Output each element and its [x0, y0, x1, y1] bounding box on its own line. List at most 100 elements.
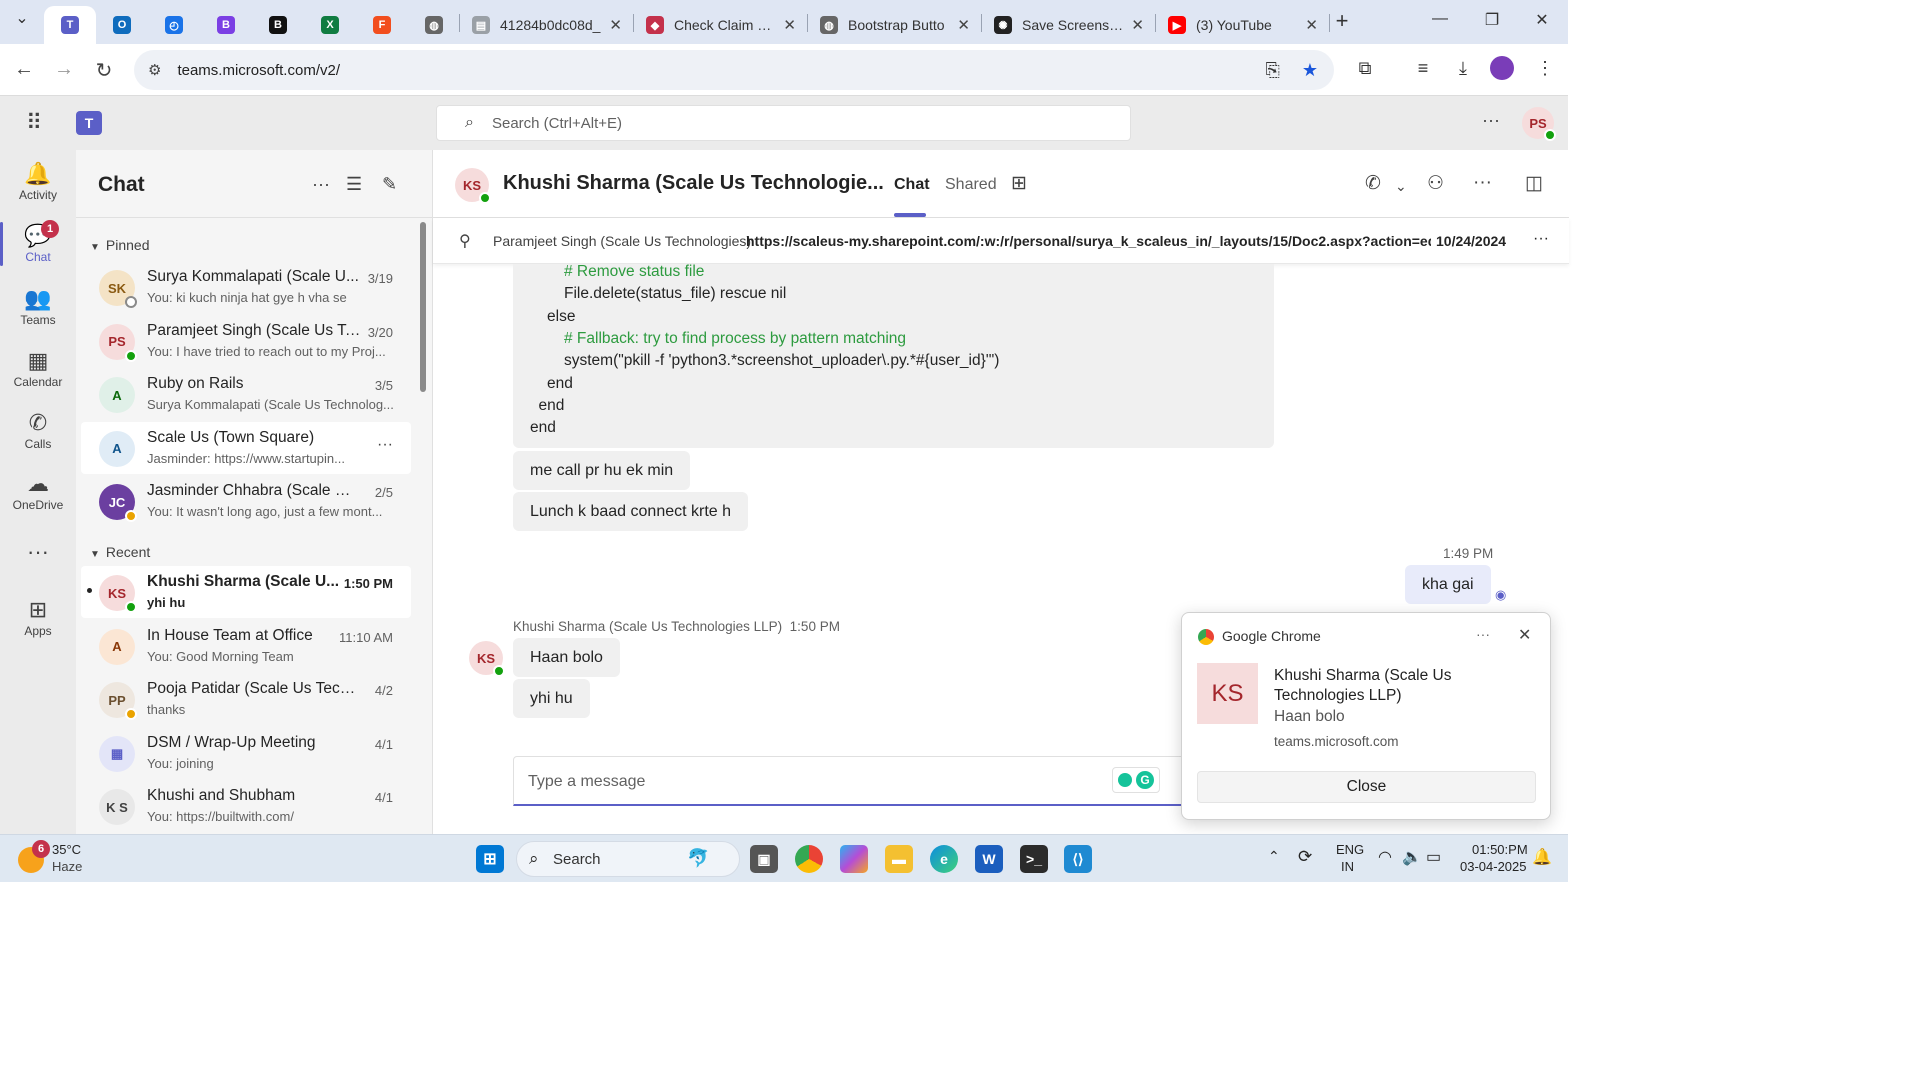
url-text[interactable]: teams.microsoft.com/v2/ — [177, 62, 340, 79]
tray-chevron-icon[interactable]: ⌃ — [1268, 848, 1280, 865]
add-tab-icon[interactable]: ⊞ — [1011, 172, 1027, 195]
close-tab-icon[interactable]: ✕ — [609, 16, 622, 34]
tab-shared[interactable]: Shared — [945, 176, 997, 194]
weather-widget[interactable]: 6 — [18, 840, 50, 873]
open-side-panel-icon[interactable]: ◫ — [1525, 172, 1543, 195]
chat-list-item[interactable]: JC Jasminder Chhabra (Scale Us ... You: It… — [81, 475, 411, 527]
wifi-icon[interactable]: ◠ — [1378, 847, 1392, 867]
browser-tab[interactable]: X — [304, 6, 356, 44]
extensions-icon[interactable]: ⧉ — [1352, 58, 1378, 79]
rail-item-chat[interactable]: 💬 Chat 1 — [0, 220, 76, 264]
browser-tab[interactable]: ◍ Bootstrap Butto ✕ — [808, 6, 982, 44]
chrome-notification[interactable]: Google Chrome ··· ✕ KS Khushi Sharma (Sc… — [1181, 612, 1551, 820]
notification-close-button[interactable]: Close — [1197, 771, 1536, 803]
tab-chat[interactable]: Chat — [894, 176, 930, 194]
browser-tab[interactable]: ▶ (3) YouTube ✕ — [1156, 6, 1330, 44]
notification-more-icon[interactable]: ··· — [1476, 626, 1490, 642]
clock-time[interactable]: 01:50:PM — [1472, 842, 1528, 857]
notifications-bell-icon[interactable]: 🔔 — [1532, 847, 1552, 867]
search-input[interactable]: ⌕ Search (Ctrl+Alt+E) — [436, 105, 1131, 141]
profile-avatar[interactable]: PS — [1522, 107, 1556, 141]
forward-arrow-icon[interactable]: → — [52, 58, 76, 81]
language-secondary[interactable]: IN — [1341, 859, 1354, 874]
close-tab-icon[interactable]: ✕ — [783, 16, 796, 34]
chat-list-item[interactable]: A Ruby on Rails Surya Kommalapati (Scale U… — [81, 368, 411, 420]
conversation-title[interactable]: Khushi Sharma (Scale Us Technologie... — [503, 172, 884, 195]
sync-icon[interactable]: ⟳ — [1298, 847, 1312, 867]
chat-list-item[interactable]: PS Paramjeet Singh (Scale Us Te... You: I … — [81, 315, 411, 367]
browser-tab[interactable]: B — [200, 6, 252, 44]
pinned-link[interactable]: https://scaleus-my.sharepoint.com/:w:/r/… — [746, 233, 1431, 249]
browser-tab[interactable]: ▤ 41284b0dc08d_ ✕ — [460, 6, 634, 44]
rail-item-teams[interactable]: 👥 Teams — [0, 285, 76, 327]
browser-tab[interactable]: ✺ Save Screenshot ✕ — [982, 6, 1156, 44]
install-app-icon[interactable]: ⎘ — [1265, 60, 1279, 81]
pinned-more-icon[interactable]: ··· — [1533, 230, 1549, 248]
volume-icon[interactable]: 🔈 — [1402, 847, 1422, 867]
rail-item-apps[interactable]: ⊞ Apps — [0, 596, 76, 638]
chat-list-scrollbar[interactable] — [420, 222, 426, 392]
add-people-icon[interactable]: ⚇ — [1427, 172, 1444, 195]
word-icon[interactable]: W — [975, 845, 1003, 873]
back-arrow-icon[interactable]: ← — [12, 58, 36, 81]
bookmark-star-icon[interactable]: ★ — [1302, 60, 1318, 81]
terminal-icon[interactable]: >_ — [1020, 845, 1048, 873]
chat-item-more-icon[interactable]: ··· — [377, 436, 393, 454]
task-view-icon[interactable]: ▣ — [750, 845, 778, 873]
rail-item-more[interactable]: ··· — [0, 538, 76, 566]
browser-tab[interactable]: B — [252, 6, 304, 44]
downloads-icon[interactable]: ⤓ — [1450, 58, 1476, 79]
rail-item-onedrive[interactable]: ☁ OneDrive — [0, 470, 76, 512]
chat-list-item[interactable]: SK Surya Kommalapati (Scale U... You: ki k… — [81, 261, 411, 313]
chat-list-item[interactable]: K S Khushi and Shubham You: https://builtw… — [81, 780, 411, 832]
browser-tab[interactable]: ◆ Check Claim Sta ✕ — [634, 6, 808, 44]
copilot-icon[interactable] — [840, 845, 868, 873]
message-compose-box[interactable]: Type a message G — [513, 756, 1213, 806]
browser-tab[interactable]: F — [356, 6, 408, 44]
call-options-chevron-icon[interactable]: ⌄ — [1395, 178, 1407, 195]
more-options-icon[interactable]: ··· — [1473, 172, 1492, 194]
app-launcher-icon[interactable]: ⠿ — [26, 110, 42, 136]
browser-tab[interactable]: T — [44, 6, 96, 44]
grammarly-widget[interactable]: G — [1112, 767, 1160, 793]
taskbar-search[interactable]: ⌕ Search 🐬 — [516, 841, 740, 877]
chrome-taskbar-icon[interactable] — [795, 845, 823, 873]
filter-icon[interactable]: ☰ — [346, 174, 362, 195]
restore-button[interactable]: ❐ — [1472, 10, 1512, 30]
call-icon[interactable]: ✆ — [1365, 172, 1381, 195]
media-control-icon[interactable]: ≡ — [1410, 58, 1436, 79]
profile-avatar-icon[interactable] — [1490, 56, 1516, 80]
chat-list-item[interactable]: A Scale Us (Town Square) Jasminder: https:… — [81, 421, 411, 474]
rail-item-calendar[interactable]: ▦ Calendar — [0, 347, 76, 389]
tab-search-chevron-icon[interactable]: ⌄ — [2, 8, 42, 28]
close-tab-icon[interactable]: ✕ — [1131, 16, 1144, 34]
reload-icon[interactable]: ↻ — [92, 58, 116, 83]
contact-avatar[interactable]: KS — [455, 168, 491, 204]
browser-tab[interactable]: O — [96, 6, 148, 44]
pinned-message-bar[interactable]: ⚲ Paramjeet Singh (Scale Us Technologies… — [433, 218, 1569, 264]
pinned-section-header[interactable]: ▼ Pinned — [90, 237, 150, 253]
site-info-icon[interactable]: ⚙ — [148, 61, 161, 79]
new-chat-icon[interactable]: ✎ — [382, 174, 397, 195]
address-bar[interactable]: ⚙ teams.microsoft.com/v2/ ⎘ ★ — [134, 50, 1334, 90]
rail-item-activity[interactable]: 🔔 Activity — [0, 160, 76, 202]
clock-date[interactable]: 03-04-2025 — [1460, 859, 1527, 874]
settings-more-icon[interactable]: ··· — [1482, 110, 1500, 131]
chat-list-item[interactable]: ▦ DSM / Wrap-Up Meeting You: joining 4/1 — [81, 727, 411, 779]
language-primary[interactable]: ENG — [1336, 842, 1364, 857]
chat-list-item[interactable]: KS Khushi Sharma (Scale U... yhi hu 1:50 PM — [81, 566, 411, 618]
windows-start-icon[interactable]: ⊞ — [476, 845, 504, 873]
more-options-icon[interactable]: ··· — [312, 174, 330, 195]
sender-avatar[interactable]: KS — [469, 641, 505, 677]
rail-item-calls[interactable]: ✆ Calls — [0, 409, 76, 451]
notification-close-icon[interactable]: ✕ — [1518, 625, 1531, 645]
new-tab-button[interactable]: + — [1322, 8, 1362, 34]
vscode-icon[interactable]: ⟨⟩ — [1064, 845, 1092, 873]
chat-list-item[interactable]: A In House Team at Office You: Good Mornin… — [81, 620, 411, 672]
close-tab-icon[interactable]: ✕ — [957, 16, 970, 34]
close-window-button[interactable]: ✕ — [1522, 10, 1562, 30]
file-explorer-icon[interactable]: ▬ — [885, 845, 913, 873]
recent-section-header[interactable]: ▼ Recent — [90, 544, 150, 560]
minimize-button[interactable]: — — [1420, 10, 1460, 28]
chat-list-item[interactable]: PP Pooja Patidar (Scale Us Techn... thanks… — [81, 673, 411, 725]
